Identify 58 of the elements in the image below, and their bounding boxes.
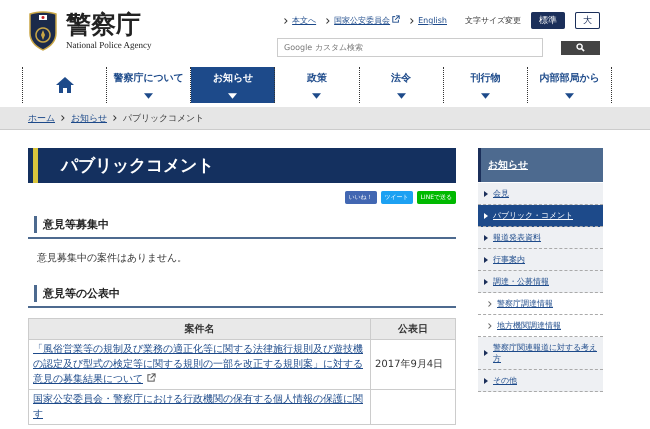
sidebar-item[interactable]: 会見	[478, 183, 603, 205]
section-text: 意見募集中の案件はありません。	[37, 252, 188, 265]
caret-icon	[480, 93, 490, 99]
caret-icon	[564, 93, 574, 99]
home-icon	[54, 76, 75, 94]
triangle-icon	[484, 256, 488, 262]
breadcrumb-link[interactable]: ホーム	[28, 112, 55, 124]
triangle-icon	[484, 234, 488, 240]
sidebar-item[interactable]: 報道発表資料	[478, 227, 603, 249]
chevron-icon	[113, 115, 117, 121]
triangle-icon	[484, 350, 488, 356]
sidebar-item[interactable]: 警察庁関連報道に対する考え方	[478, 337, 603, 370]
triangle-icon	[484, 278, 488, 284]
caret-icon	[396, 93, 406, 99]
search-icon	[576, 43, 585, 52]
police-emblem-icon	[28, 11, 58, 51]
column-header: 公表日	[370, 318, 456, 340]
chevron-icon	[284, 18, 288, 24]
nav-item[interactable]: 政策	[275, 67, 360, 103]
nav-item[interactable]: 内部部局から	[528, 67, 612, 103]
site-title: 警察庁	[66, 12, 142, 38]
date-text: 2017年9月4日	[375, 359, 444, 370]
search-button[interactable]	[561, 40, 600, 54]
chevron-icon	[326, 18, 330, 24]
chevron-icon	[488, 322, 492, 328]
page-title: パブリックコメント	[28, 148, 456, 183]
column-header: 案件名	[28, 318, 370, 340]
font-size-button[interactable]: 大	[575, 12, 600, 29]
external-link-icon	[392, 15, 400, 23]
caret-icon	[144, 93, 154, 99]
section-heading: 意見等の公表中	[28, 283, 456, 308]
search-field[interactable]: Google カスタム検索	[277, 38, 543, 57]
external-link-icon	[147, 373, 156, 382]
font-size-label: 文字サイズ変更	[465, 15, 521, 26]
sidebar-heading[interactable]: お知らせ	[478, 148, 603, 182]
utility-link[interactable]: 国家公安委員会	[334, 15, 400, 26]
nav-item[interactable]: お知らせ	[191, 67, 276, 103]
triangle-icon	[484, 378, 488, 384]
breadcrumb-current: パブリックコメント	[123, 112, 204, 124]
utility-link[interactable]: English	[418, 16, 447, 25]
triangle-icon	[484, 190, 488, 196]
sidebar-item[interactable]: パブリック・コメント	[478, 205, 603, 227]
triangle-icon	[484, 212, 488, 218]
font-size-button[interactable]: 標準	[531, 12, 565, 29]
caret-icon	[312, 93, 322, 99]
section-heading: 意見等募集中	[28, 214, 456, 239]
utility-link[interactable]: 本文へ	[292, 15, 316, 26]
chevron-icon	[410, 18, 414, 24]
chevron-icon	[61, 115, 65, 121]
caret-icon	[228, 93, 238, 99]
sidebar-item[interactable]: 調達・公募情報	[478, 271, 603, 293]
site-subtitle: National Police Agency	[66, 40, 152, 50]
nav-item[interactable]: 刊行物	[444, 67, 528, 103]
breadcrumb-link[interactable]: お知らせ	[71, 112, 107, 124]
sidebar-item[interactable]: その他	[478, 370, 603, 392]
sidebar-item[interactable]: 行事案内	[478, 249, 603, 271]
chevron-icon	[488, 300, 492, 306]
nav-item[interactable]: 法令	[360, 67, 444, 103]
